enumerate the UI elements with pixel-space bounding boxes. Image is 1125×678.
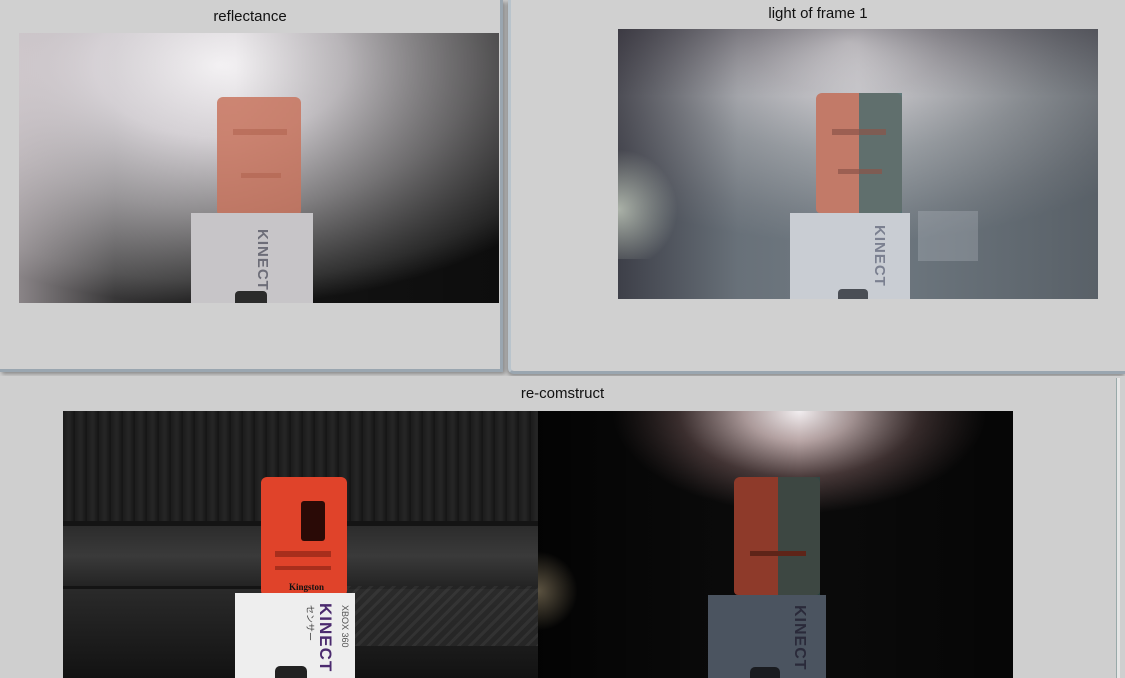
window-title: reflectance xyxy=(213,8,287,25)
box-subtitle-text: XBOX 360 xyxy=(340,605,350,648)
reflectance-window[interactable]: reflectance KINECT xyxy=(0,0,503,372)
light-window[interactable]: light of frame 1 KINECT xyxy=(508,0,1125,374)
box-brand-text: KINECT xyxy=(254,229,271,291)
reconstruction-image: KINECT xyxy=(538,411,1013,678)
light-image: KINECT xyxy=(618,29,1098,299)
product-box xyxy=(790,213,910,299)
product-box xyxy=(191,213,313,303)
box-brand-text: KINECT xyxy=(791,605,808,671)
box-brand-text: KINECT xyxy=(871,225,888,287)
box-brand-text: KINECT xyxy=(316,603,335,673)
reflectance-image: KINECT xyxy=(19,33,499,303)
box-japanese-text: センサー xyxy=(304,605,314,642)
original-frame-image: Kingston KINECT XBOX 360 センサー xyxy=(63,411,538,678)
product-box xyxy=(708,595,826,678)
statue-figure xyxy=(217,97,301,215)
window-title: re-comstruct xyxy=(520,385,605,402)
reconstruct-window[interactable]: re-comstruct Kingston KINECT XBOX 360 セン… xyxy=(0,376,1125,678)
statue-label: Kingston xyxy=(289,582,325,592)
window-title: light of frame 1 xyxy=(768,5,868,22)
window-edge xyxy=(1116,378,1120,678)
